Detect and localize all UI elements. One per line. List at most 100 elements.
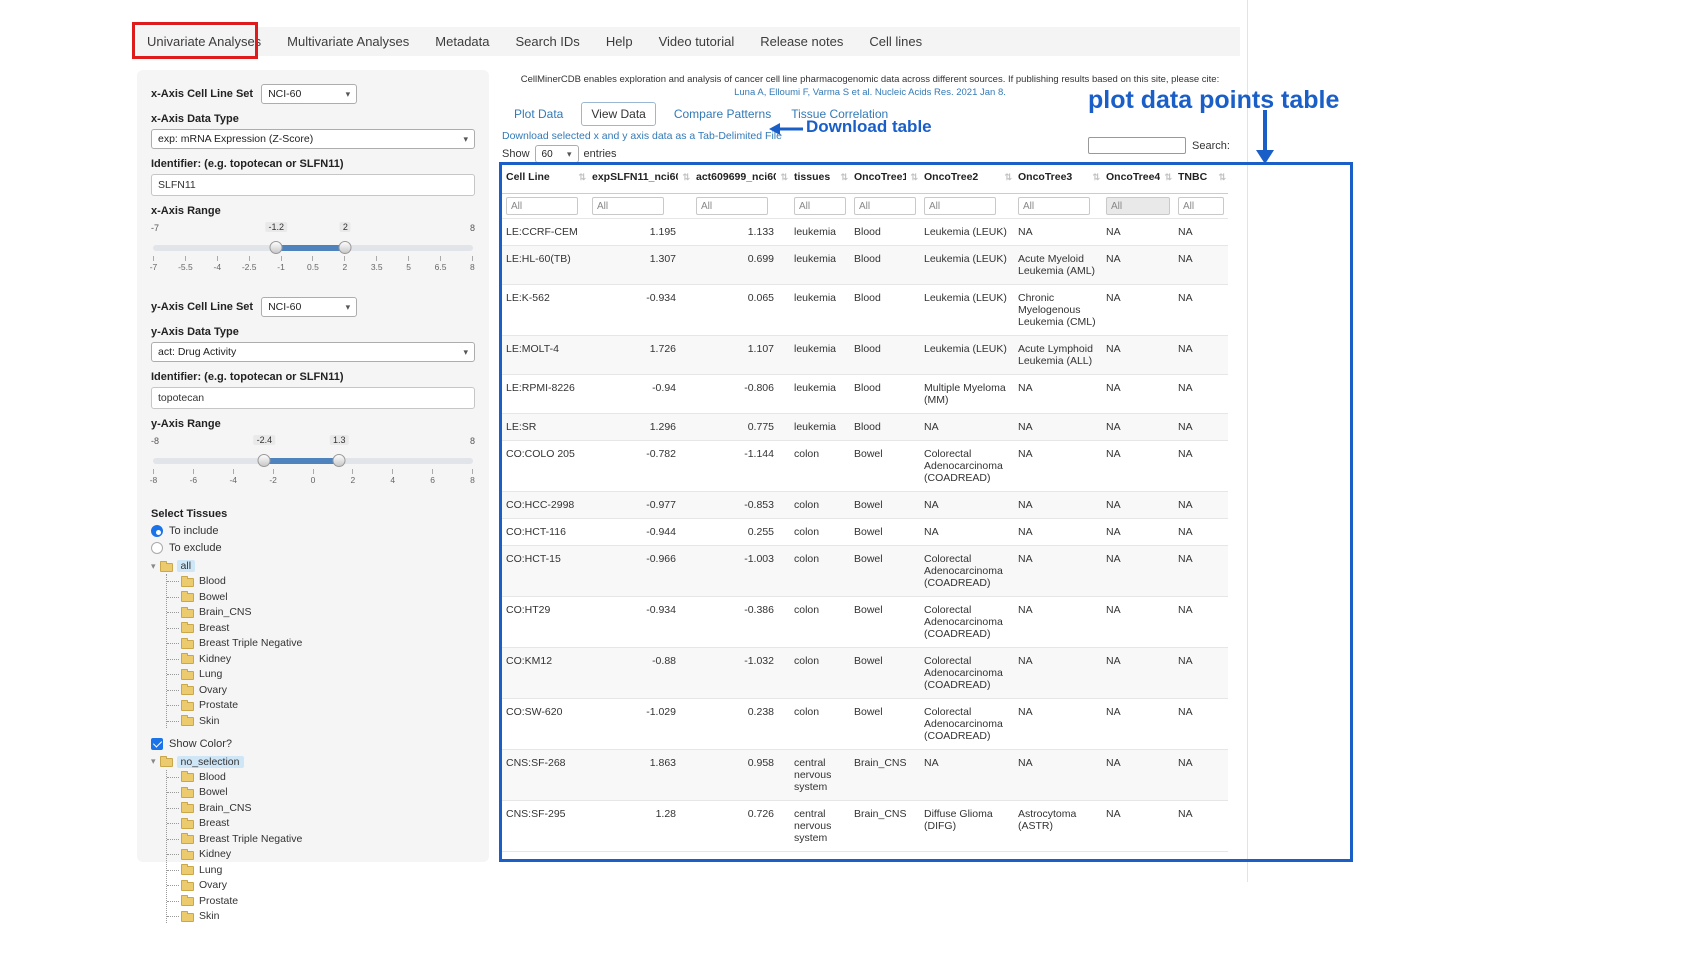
slider-handle-low[interactable] [270,241,283,254]
sort-icon[interactable]: ⇅ [578,172,586,183]
y-data-type-select[interactable]: act: Drug Activity ▾ [151,342,475,362]
tree-item-skin[interactable]: Skin [181,909,475,923]
tree-item-breast-triple-negative[interactable]: Breast Triple Negative [181,636,475,650]
tree-collapse-icon[interactable]: ▾ [151,756,156,767]
column-header-tissues[interactable]: tissues⇅ [790,164,850,194]
tree-item-kidney[interactable]: Kidney [181,652,475,666]
filter-input-tnbc[interactable] [1178,197,1224,215]
nav-item-search-ids[interactable]: Search IDs [516,34,580,49]
exclude-radio[interactable] [151,542,163,554]
filter-input-oncotree2[interactable] [924,197,996,215]
slider-high-value: 2 [340,222,351,232]
sort-icon[interactable]: ⇅ [682,172,690,183]
slider-tick: 4 [392,469,393,485]
tree-item-bowel[interactable]: Bowel [181,785,475,799]
column-header-oncotree3[interactable]: OncoTree3⇅ [1014,164,1102,194]
table-cell: NA [1174,375,1228,414]
tissue-include-radio-row[interactable]: To include [151,525,475,537]
column-header-expslfn11-nci60[interactable]: expSLFN11_nci60⇅ [588,164,692,194]
show-color-checkbox[interactable] [151,738,163,750]
filter-input-oncotree1[interactable] [854,197,916,215]
tree-item-ovary[interactable]: Ovary [181,878,475,892]
column-header-cell-line[interactable]: Cell Line⇅ [502,164,588,194]
tree-item-brain-cns[interactable]: Brain_CNS [181,605,475,619]
tree-root-all[interactable]: ▾ all [151,560,475,572]
sort-icon[interactable]: ⇅ [780,172,788,183]
tick-mark [392,469,393,474]
tree-item-blood[interactable]: Blood [181,574,475,588]
slider-handle-low[interactable] [258,454,271,467]
tree-item-skin[interactable]: Skin [181,714,475,728]
tree-item-label: Ovary [199,879,227,891]
nav-item-cell-lines[interactable]: Cell lines [869,34,922,49]
filter-input-oncotree3[interactable] [1018,197,1090,215]
tissue-exclude-radio-row[interactable]: To exclude [151,542,475,554]
sort-icon[interactable]: ⇅ [910,172,918,183]
y-range-slider[interactable]: -8 8 -2.4 1.3 -8-6-4-202468 [151,436,475,492]
tree-collapse-icon[interactable]: ▾ [151,561,156,572]
nav-item-video-tutorial[interactable]: Video tutorial [659,34,735,49]
table-cell: NA [920,492,1014,519]
tree-root-no-selection[interactable]: ▾ no_selection [151,756,475,768]
tree-item-breast[interactable]: Breast [181,621,475,635]
filter-input-oncotree4[interactable] [1106,197,1170,215]
tree-item-prostate[interactable]: Prostate [181,894,475,908]
column-label: OncoTree4 [1106,171,1160,183]
nav-item-multivariate-analyses[interactable]: Multivariate Analyses [287,34,409,49]
filter-input-expslfn11-nci60[interactable] [592,197,664,215]
table-cell: Acute Lymphoid Leukemia (ALL) [1014,336,1102,375]
tree-item-breast-triple-negative[interactable]: Breast Triple Negative [181,832,475,846]
sort-icon[interactable]: ⇅ [840,172,848,183]
sort-icon[interactable]: ⇅ [1218,172,1226,183]
tree-item-brain-cns[interactable]: Brain_CNS [181,801,475,815]
column-header-act609699-nci60[interactable]: act609699_nci60⇅ [692,164,790,194]
tree-item-blood[interactable]: Blood [181,770,475,784]
entries-select[interactable]: 60 ▾ [535,145,579,163]
show-color-row[interactable]: Show Color? [151,738,475,750]
table-filter-row [502,194,1228,219]
column-header-oncotree1[interactable]: OncoTree1 ⇅ [850,164,920,194]
x-cell-line-set-select[interactable]: NCI-60 ▾ [261,84,357,104]
x-range-slider[interactable]: -7 8 -1.2 2 -7-5.5-4-2.5-10.523.556.58 [151,223,475,279]
x-identifier-input[interactable] [151,174,475,196]
search-input[interactable] [1088,137,1186,154]
nav-item-help[interactable]: Help [606,34,633,49]
tree-item-kidney[interactable]: Kidney [181,847,475,861]
sort-icon[interactable]: ⇅ [1164,172,1172,183]
nav-item-metadata[interactable]: Metadata [435,34,489,49]
include-radio[interactable] [151,525,163,537]
table-cell: leukemia [790,375,850,414]
tree-item-lung[interactable]: Lung [181,667,475,681]
tab-compare-patterns[interactable]: Compare Patterns [672,103,773,125]
slider-tick: -1 [281,256,282,272]
tick-label: -7 [150,262,158,272]
column-header-oncotree4[interactable]: OncoTree4 ⇅ [1102,164,1174,194]
column-header-tnbc[interactable]: TNBC⇅ [1174,164,1228,194]
tree-item-lung[interactable]: Lung [181,863,475,877]
table-row: CO:HCT-15-0.966-1.003colonBowelColorecta… [502,546,1228,597]
folder-icon [181,897,194,906]
filter-input-act609699-nci60[interactable] [696,197,768,215]
tree-item-prostate[interactable]: Prostate [181,698,475,712]
x-data-type-select[interactable]: exp: mRNA Expression (Z-Score) ▾ [151,129,475,149]
nav-item-release-notes[interactable]: Release notes [760,34,843,49]
slider-handle-high[interactable] [339,241,352,254]
column-label: OncoTree1 [854,171,906,183]
y-cell-line-set-select[interactable]: NCI-60 ▾ [261,297,357,317]
table-cell: NA [1014,492,1102,519]
tree-item-bowel[interactable]: Bowel [181,590,475,604]
y-identifier-input[interactable] [151,387,475,409]
filter-input-tissues[interactable] [794,197,846,215]
annotation-left-arrow-icon [768,121,804,137]
column-header-oncotree2[interactable]: OncoTree2⇅ [920,164,1014,194]
tab-view-data[interactable]: View Data [581,102,655,126]
download-data-link[interactable]: Download selected x and y axis data as a… [502,130,782,142]
filter-input-cell-line[interactable] [506,197,578,215]
sort-icon[interactable]: ⇅ [1092,172,1100,183]
slider-handle-high[interactable] [333,454,346,467]
tab-plot-data[interactable]: Plot Data [512,103,565,125]
sort-icon[interactable]: ⇅ [1004,172,1012,183]
tree-item-breast[interactable]: Breast [181,816,475,830]
nav-item-univariate-analyses[interactable]: Univariate Analyses [147,34,261,49]
tree-item-ovary[interactable]: Ovary [181,683,475,697]
